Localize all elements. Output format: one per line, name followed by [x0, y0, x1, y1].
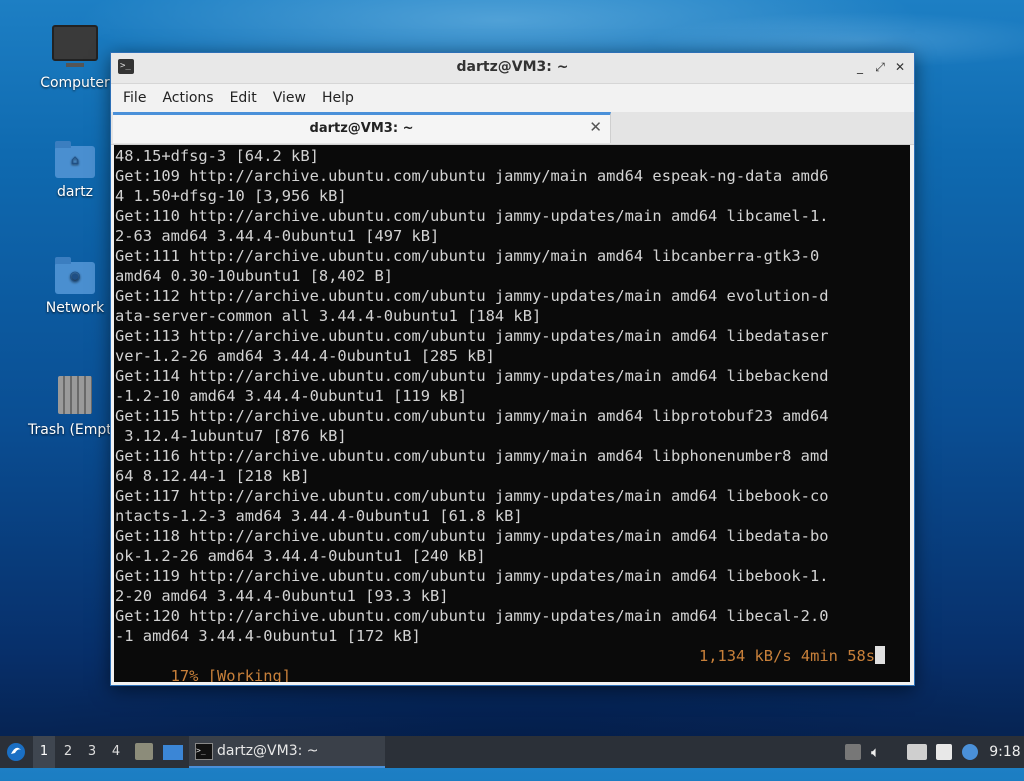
terminal-line: Get:117 http://archive.ubuntu.com/ubuntu…: [115, 487, 829, 505]
tray-updates[interactable]: [845, 736, 861, 768]
tab-close-icon[interactable]: ✕: [589, 118, 602, 136]
terminal-cursor: [875, 646, 885, 664]
terminal-output[interactable]: 48.15+dfsg-3 [64.2 kB] Get:109 http://arc…: [114, 145, 910, 682]
desktop-icon-home[interactable]: ⌂ dartz: [27, 141, 123, 200]
tab-label: dartz@VM3: ~: [309, 121, 414, 136]
menu-view[interactable]: View: [265, 90, 314, 106]
terminal-line: Get:115 http://archive.ubuntu.com/ubuntu…: [115, 407, 829, 425]
app-menu-button[interactable]: [5, 736, 27, 768]
taskbar-panel: 1 2 3 4 >_ dartz@VM3: ~ 🔈︎ 9:18: [0, 736, 1024, 768]
terminal-line: ver-1.2-26 amd64 3.44.4-0ubuntu1 [285 kB…: [115, 347, 495, 365]
eject-icon: [845, 744, 861, 760]
terminal-line: 2-63 amd64 3.44.4-0ubuntu1 [497 kB]: [115, 227, 440, 245]
terminal-line: ok-1.2-26 amd64 3.44.4-0ubuntu1 [240 kB]: [115, 547, 486, 565]
terminal-line: Get:116 http://archive.ubuntu.com/ubuntu…: [115, 447, 829, 465]
terminal-line: ntacts-1.2-3 amd64 3.44.4-0ubuntu1 [61.8…: [115, 507, 523, 525]
tray-clipboard[interactable]: [934, 736, 954, 768]
terminal-line: Get:110 http://archive.ubuntu.com/ubuntu…: [115, 207, 829, 225]
terminal-line: 64 8.12.44-1 [218 kB]: [115, 467, 310, 485]
window-titlebar[interactable]: >_ dartz@VM3: ~ _ ⤢ ✕: [111, 53, 914, 84]
tab-terminal[interactable]: dartz@VM3: ~ ✕: [113, 112, 611, 143]
network-folder-icon: ◉: [55, 257, 95, 294]
desktop-icon-label: Computer: [40, 75, 110, 91]
menu-edit[interactable]: Edit: [222, 90, 265, 106]
desktop-icon-label: dartz: [56, 184, 94, 200]
terminal-line: 2-20 amd64 3.44.4-0ubuntu1 [93.3 kB]: [115, 587, 449, 605]
menu-file[interactable]: File: [115, 90, 154, 106]
workspace-3[interactable]: 3: [81, 736, 103, 768]
taskbar-item-terminal[interactable]: >_ dartz@VM3: ~: [189, 736, 385, 768]
computer-icon: [52, 25, 98, 67]
terminal-line: ata-server-common all 3.44.4-0ubuntu1 [1…: [115, 307, 542, 325]
terminal-line: Get:120 http://archive.ubuntu.com/ubuntu…: [115, 607, 829, 625]
terminal-window: >_ dartz@VM3: ~ _ ⤢ ✕ File Actions Edit …: [110, 52, 915, 686]
terminal-line: 4 1.50+dfsg-10 [3,956 kB]: [115, 187, 347, 205]
window-title: dartz@VM3: ~: [456, 59, 569, 75]
desktop-icon-label: Network: [45, 300, 105, 316]
terminal-line: Get:112 http://archive.ubuntu.com/ubuntu…: [115, 287, 829, 305]
terminal-line: Get:109 http://archive.ubuntu.com/ubuntu…: [115, 167, 829, 185]
workspace-2[interactable]: 2: [57, 736, 79, 768]
terminal-line: -1 amd64 3.44.4-0ubuntu1 [172 kB]: [115, 627, 421, 645]
workspace-1[interactable]: 1: [33, 736, 55, 768]
home-folder-icon: ⌂: [55, 141, 95, 178]
apt-status-line: 17% [Working] 1,134 kB/s 4min 58s: [115, 646, 885, 682]
apt-speed-text: 1,134 kB/s 4min 58s: [698, 647, 875, 665]
file-manager-launcher[interactable]: [135, 736, 155, 768]
terminal-line: Get:114 http://archive.ubuntu.com/ubuntu…: [115, 367, 829, 385]
desktop-icon: [163, 745, 183, 760]
notification-icon: [962, 744, 978, 760]
menu-bar: File Actions Edit View Help: [111, 84, 914, 112]
taskbar-item-label: dartz@VM3: ~: [217, 743, 319, 759]
terminal-line: Get:118 http://archive.ubuntu.com/ubuntu…: [115, 527, 829, 545]
menu-help[interactable]: Help: [314, 90, 362, 106]
tray-network[interactable]: [907, 736, 927, 768]
workspace-4[interactable]: 4: [105, 736, 127, 768]
terminal-line: 3.12.4-1ubuntu7 [876 kB]: [115, 427, 347, 445]
network-icon: [907, 744, 927, 760]
trash-icon: [58, 376, 92, 414]
show-desktop-button[interactable]: [162, 736, 184, 768]
close-button[interactable]: ✕: [892, 59, 908, 75]
terminal-line: -1.2-10 amd64 3.44.4-0ubuntu1 [119 kB]: [115, 387, 468, 405]
terminal-line: amd64 0.30-10ubuntu1 [8,402 B]: [115, 267, 393, 285]
menu-actions[interactable]: Actions: [154, 90, 221, 106]
lubuntu-logo-icon: [7, 743, 25, 761]
maximize-button[interactable]: ⤢: [872, 59, 888, 75]
panel-clock[interactable]: 9:18: [987, 736, 1023, 768]
tray-notifications[interactable]: [961, 736, 981, 768]
terminal-line: Get:113 http://archive.ubuntu.com/ubuntu…: [115, 327, 829, 345]
clipboard-icon: [936, 744, 952, 760]
minimize-button[interactable]: _: [852, 59, 868, 75]
terminal-line: Get:119 http://archive.ubuntu.com/ubuntu…: [115, 567, 829, 585]
tab-bar: dartz@VM3: ~ ✕: [111, 112, 914, 145]
desktop-icon-network[interactable]: ◉ Network: [27, 257, 123, 316]
terminal-line: Get:111 http://archive.ubuntu.com/ubuntu…: [115, 247, 820, 265]
file-manager-icon: [135, 743, 153, 760]
desktop-icon-computer[interactable]: Computer: [27, 25, 123, 91]
volume-icon[interactable]: 🔈︎: [871, 736, 889, 768]
terminal-icon: >_: [195, 743, 213, 760]
terminal-line: 48.15+dfsg-3 [64.2 kB]: [115, 147, 319, 165]
apt-progress-text: 17% [Working]: [170, 667, 292, 682]
